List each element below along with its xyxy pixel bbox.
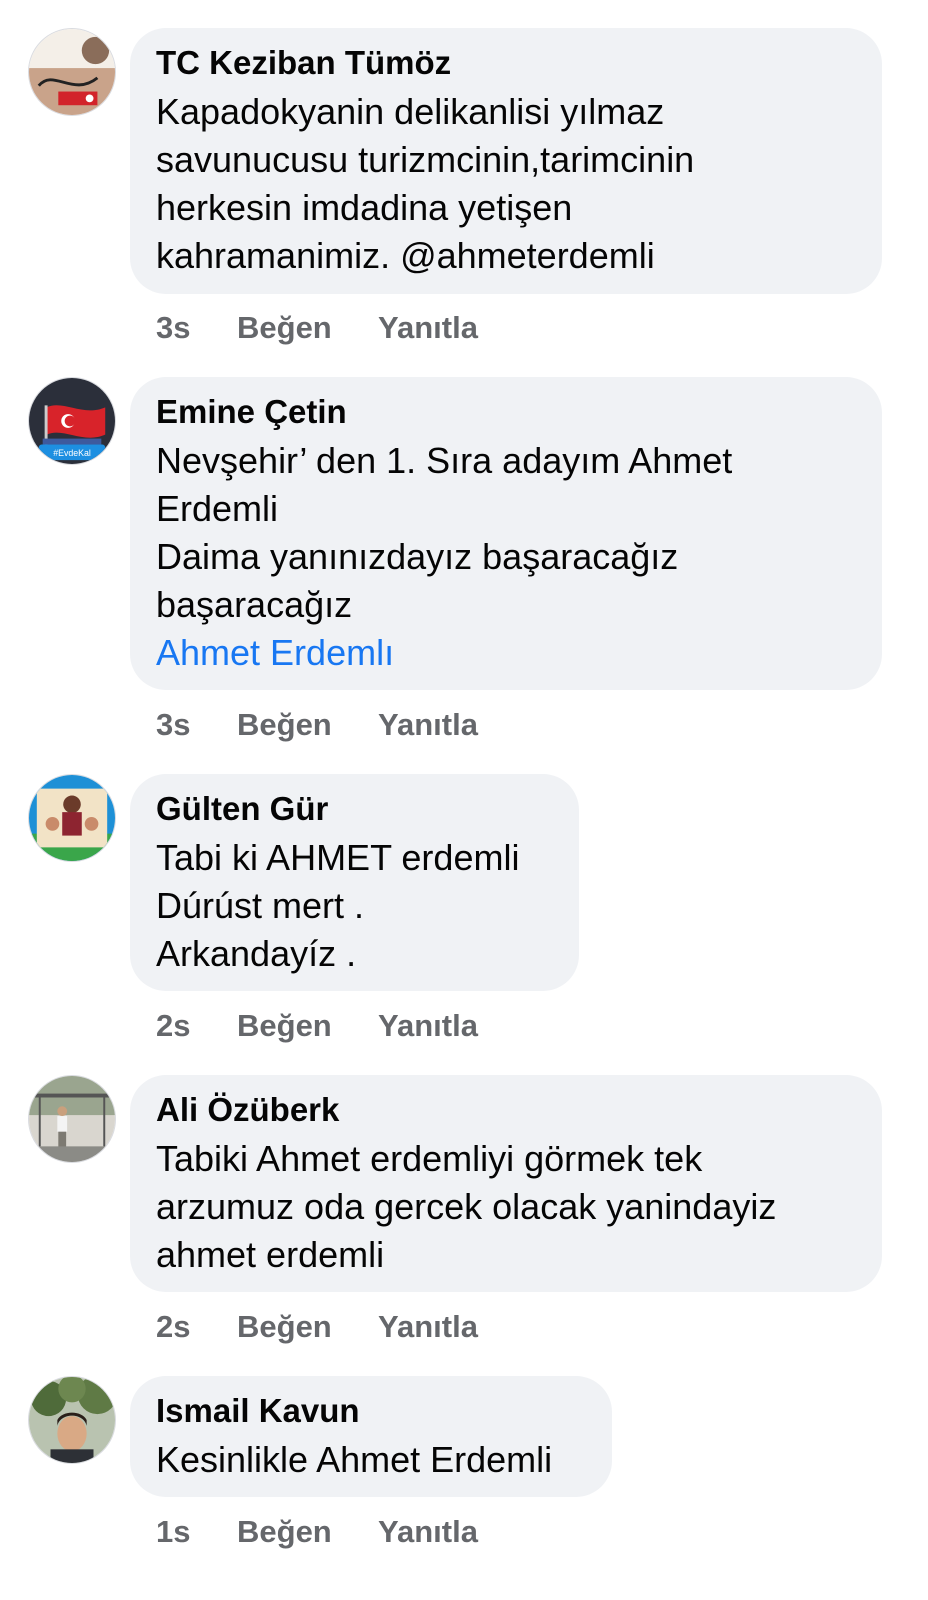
like-button[interactable]: Beğen (237, 1008, 332, 1044)
like-button[interactable]: Beğen (237, 1514, 332, 1550)
comment-text-line: başaracağız (156, 584, 353, 625)
comment-text-line: arzumuz oda gercek olacak yanindayiz (156, 1186, 777, 1227)
comment-bubble: Gülten Gür Tabi ki AHMET erdemli Dúrúst … (130, 774, 579, 991)
reply-button[interactable]: Yanıtla (378, 1309, 478, 1345)
comment-text-line: Tabiki Ahmet erdemliyi görmek tek (156, 1138, 703, 1179)
avatar-badge-text: #EvdeKal (53, 448, 91, 458)
comment-text-line: Kesinlikle Ahmet Erdemli (156, 1439, 553, 1480)
avatar-image: #EvdeKal (29, 378, 115, 464)
comment-text-line: kahramanimiz. @ahmeterdemli (156, 235, 655, 276)
like-button[interactable]: Beğen (237, 310, 332, 346)
comment-text-line: Nevşehir’ den 1. Sıra adayım Ahmet (156, 440, 733, 481)
avatar-emine-cetin[interactable]: #EvdeKal (28, 377, 116, 465)
comment-author[interactable]: Ismail Kavun (156, 1392, 586, 1430)
avatar-gulten-gur[interactable] (28, 774, 116, 862)
comment-text-line: Tabi ki AHMET erdemli (156, 837, 520, 878)
comment-bubble: TC Keziban Tümöz Kapadokyanin delikanlis… (130, 28, 882, 294)
comment-text-line: Dúrúst mert . (156, 885, 365, 926)
like-button[interactable]: Beğen (237, 707, 332, 743)
avatar-ismail-kavun[interactable] (28, 1376, 116, 1464)
comment-author[interactable]: Gülten Gür (156, 790, 553, 828)
comment-timestamp[interactable]: 3s (156, 310, 190, 346)
comment-text-line: Daima yanınızdayız başaracağız (156, 536, 679, 577)
comment-text-line: Kapadokyanin delikanlisi yılmaz (156, 91, 665, 132)
mention-link[interactable]: Ahmet Erdemlı (156, 629, 856, 677)
comment-text-line: herkesin imdadina yetişen (156, 187, 573, 228)
reply-button[interactable]: Yanıtla (378, 707, 478, 743)
comment-author[interactable]: Ali Özüberk (156, 1091, 856, 1129)
comment-timestamp[interactable]: 1s (156, 1514, 190, 1550)
avatar-image (29, 775, 115, 861)
comment-bubble: Emine Çetin Nevşehir’ den 1. Sıra adayım… (130, 377, 882, 690)
comment-text-line: Erdemli (156, 488, 279, 529)
reply-button[interactable]: Yanıtla (378, 310, 478, 346)
avatar-tc-keziban-tumoz[interactable] (28, 28, 116, 116)
like-button[interactable]: Beğen (237, 1309, 332, 1345)
avatar-ali-ozuberk[interactable] (28, 1075, 116, 1163)
comment-author[interactable]: Emine Çetin (156, 393, 856, 431)
comment-text-line: ahmet erdemli (156, 1234, 385, 1275)
avatar-image (29, 1076, 115, 1162)
comment-timestamp[interactable]: 3s (156, 707, 190, 743)
comment-text-line: Arkandayíz . (156, 933, 357, 974)
comment-text-line: savunucusu turizmcinin,tarimcinin (156, 139, 695, 180)
avatar-image (29, 29, 115, 115)
reply-button[interactable]: Yanıtla (378, 1008, 478, 1044)
reply-button[interactable]: Yanıtla (378, 1514, 478, 1550)
comment-bubble: Ismail Kavun Kesinlikle Ahmet Erdemli (130, 1376, 612, 1497)
comment-bubble: Ali Özüberk Tabiki Ahmet erdemliyi görme… (130, 1075, 882, 1292)
avatar-image (29, 1377, 115, 1463)
comment-timestamp[interactable]: 2s (156, 1008, 190, 1044)
comment-timestamp[interactable]: 2s (156, 1309, 190, 1345)
comment-author[interactable]: TC Keziban Tümöz (156, 44, 856, 82)
